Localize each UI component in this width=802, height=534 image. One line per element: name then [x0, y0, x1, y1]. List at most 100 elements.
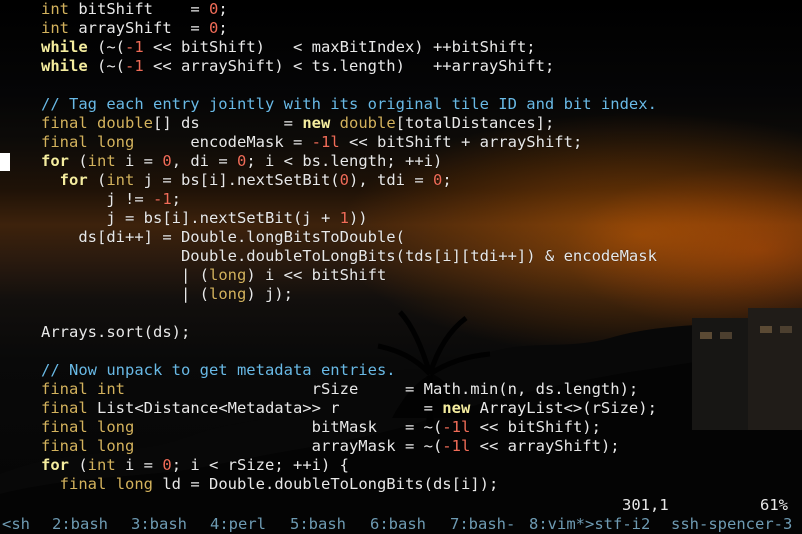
- screen-statusbar: <sh 2:bash 3:bash 4:perl 5:bash 6:bash 7…: [0, 514, 802, 534]
- code-token: << bitShift) < maxBitIndex) ++bitShift;: [143, 38, 536, 56]
- code-token: -1: [152, 190, 172, 208]
- code-token: final: [41, 380, 88, 398]
- window-tab-5[interactable]: 5:bash: [290, 514, 346, 534]
- code-token: | (: [41, 266, 209, 284]
- code-token: (~(: [87, 57, 125, 75]
- code-token: (: [69, 152, 88, 170]
- code-token: (~(: [87, 38, 125, 56]
- code-line[interactable]: j != -1;: [41, 190, 181, 209]
- code-token: final: [41, 418, 88, 436]
- code-token: List<Distance<Metadata>> r =: [87, 399, 443, 417]
- window-tab-3[interactable]: 3:bash: [131, 514, 187, 534]
- code-token: -1: [125, 38, 144, 56]
- code-token: ) i << bitShift: [246, 266, 387, 284]
- code-token: for: [41, 456, 69, 474]
- code-line[interactable]: final long bitMask = ~(-1l << bitShift);: [41, 418, 601, 437]
- code-token: 0: [433, 171, 443, 189]
- code-token: 0: [237, 152, 247, 170]
- code-token: ;: [218, 0, 228, 18]
- window-tab-7[interactable]: 7:bash-: [450, 514, 515, 534]
- code-token: , di =: [171, 152, 238, 170]
- code-token: j !=: [41, 190, 153, 208]
- code-token: final: [41, 437, 88, 455]
- code-token: final: [41, 399, 88, 417]
- code-token: ), tdi =: [349, 171, 433, 189]
- code-token: encodeMask =: [134, 133, 312, 151]
- code-line[interactable]: Arrays.sort(ds);: [41, 323, 190, 342]
- code-line[interactable]: for (int j = bs[i].nextSetBit(0), tdi = …: [41, 171, 452, 190]
- code-token: 1: [339, 209, 349, 227]
- code-token: i =: [115, 456, 163, 474]
- code-line[interactable]: final double[] ds = new double[totalDist…: [41, 114, 554, 133]
- code-token: int: [87, 152, 116, 170]
- code-line[interactable]: j = bs[i].nextSetBit(j + 1)): [41, 209, 367, 228]
- code-line[interactable]: int bitShift = 0;: [41, 0, 228, 19]
- code-token: [totalDistances];: [395, 114, 555, 132]
- code-token: long: [208, 285, 247, 303]
- code-token: ld = Double.doubleToLongBits(ds[i]);: [153, 475, 499, 493]
- code-line[interactable]: final long ld = Double.doubleToLongBits(…: [41, 475, 499, 494]
- code-token: long: [208, 266, 247, 284]
- window-tab-2[interactable]: 2:bash: [52, 514, 108, 534]
- code-token: double: [339, 114, 396, 132]
- code-token: ; i < rSize; ++i) {: [171, 456, 349, 474]
- code-token: (: [69, 456, 88, 474]
- code-line[interactable]: | (long) j);: [41, 285, 293, 304]
- code-token: arrayShift =: [69, 19, 209, 37]
- code-token: // Now unpack to get metadata entries.: [41, 361, 396, 379]
- code-line[interactable]: | (long) i << bitShift: [41, 266, 386, 285]
- code-token: -1: [125, 57, 144, 75]
- code-line[interactable]: final long arrayMask = ~(-1l << arrayShi…: [41, 437, 620, 456]
- code-line[interactable]: int arrayShift = 0;: [41, 19, 228, 38]
- code-token: for: [41, 152, 69, 170]
- code-line[interactable]: for (int i = 0, di = 0; i < bs.length; +…: [41, 152, 442, 171]
- code-token: new: [302, 114, 331, 132]
- code-token: final: [41, 133, 88, 151]
- terminal-window[interactable]: int bitShift = 0; int arrayShift = 0; whil…: [0, 0, 802, 534]
- code-token: 0: [162, 152, 172, 170]
- code-token: i =: [115, 152, 163, 170]
- window-tab-6[interactable]: 6:bash: [370, 514, 426, 534]
- code-token: Arrays.sort(ds);: [41, 323, 191, 341]
- code-token: | (: [41, 285, 209, 303]
- cursor-position: 301,1: [622, 496, 669, 514]
- vim-ruler: 301,1 61%: [0, 496, 802, 515]
- code-token: double: [97, 114, 154, 132]
- code-token: long: [97, 133, 135, 151]
- code-token: new: [442, 399, 471, 417]
- code-line[interactable]: final long encodeMask = -1l << bitShift …: [41, 133, 582, 152]
- scroll-percent: 61%: [760, 496, 788, 514]
- code-line[interactable]: for (int i = 0; i < rSize; ++i) {: [41, 456, 349, 475]
- text-cursor: [0, 153, 10, 171]
- session-name: ssh-spencer-3: [671, 515, 793, 533]
- code-token: long: [97, 437, 135, 455]
- window-tab-1[interactable]: <sh: [2, 514, 30, 534]
- code-token: bitMask = ~(: [134, 418, 443, 436]
- code-line[interactable]: Double.doubleToLongBits(tds[i][tdi++]) &…: [41, 247, 657, 266]
- code-token: // Tag each entry jointly with its origi…: [41, 95, 657, 113]
- code-token: long: [115, 475, 154, 493]
- code-line[interactable]: ds[di++] = Double.longBitsToDouble(: [41, 228, 405, 247]
- code-token: int: [106, 171, 135, 189]
- code-token: ;: [171, 190, 181, 208]
- code-token: for: [59, 171, 88, 189]
- code-token: final: [41, 114, 88, 132]
- window-tab-8-active[interactable]: 8:vim*>stf-i2: [529, 514, 650, 534]
- code-line[interactable]: // Tag each entry jointly with its origi…: [41, 95, 657, 114]
- code-line[interactable]: while (~(-1 << arrayShift) < ts.length) …: [41, 57, 554, 76]
- code-token: j = bs[i].nextSetBit(: [134, 171, 340, 189]
- code-line[interactable]: while (~(-1 << bitShift) < maxBitIndex) …: [41, 38, 536, 57]
- code-line[interactable]: final int rSize = Math.min(n, ds.length)…: [41, 380, 638, 399]
- code-line[interactable]: final List<Distance<Metadata>> r = new A…: [41, 399, 657, 418]
- code-token: << arrayShift) < ts.length) ++arrayShift…: [143, 57, 555, 75]
- code-token: << bitShift + arrayShift;: [339, 133, 583, 151]
- window-tab-4[interactable]: 4:perl: [210, 514, 266, 534]
- code-line[interactable]: // Now unpack to get metadata entries.: [41, 361, 396, 380]
